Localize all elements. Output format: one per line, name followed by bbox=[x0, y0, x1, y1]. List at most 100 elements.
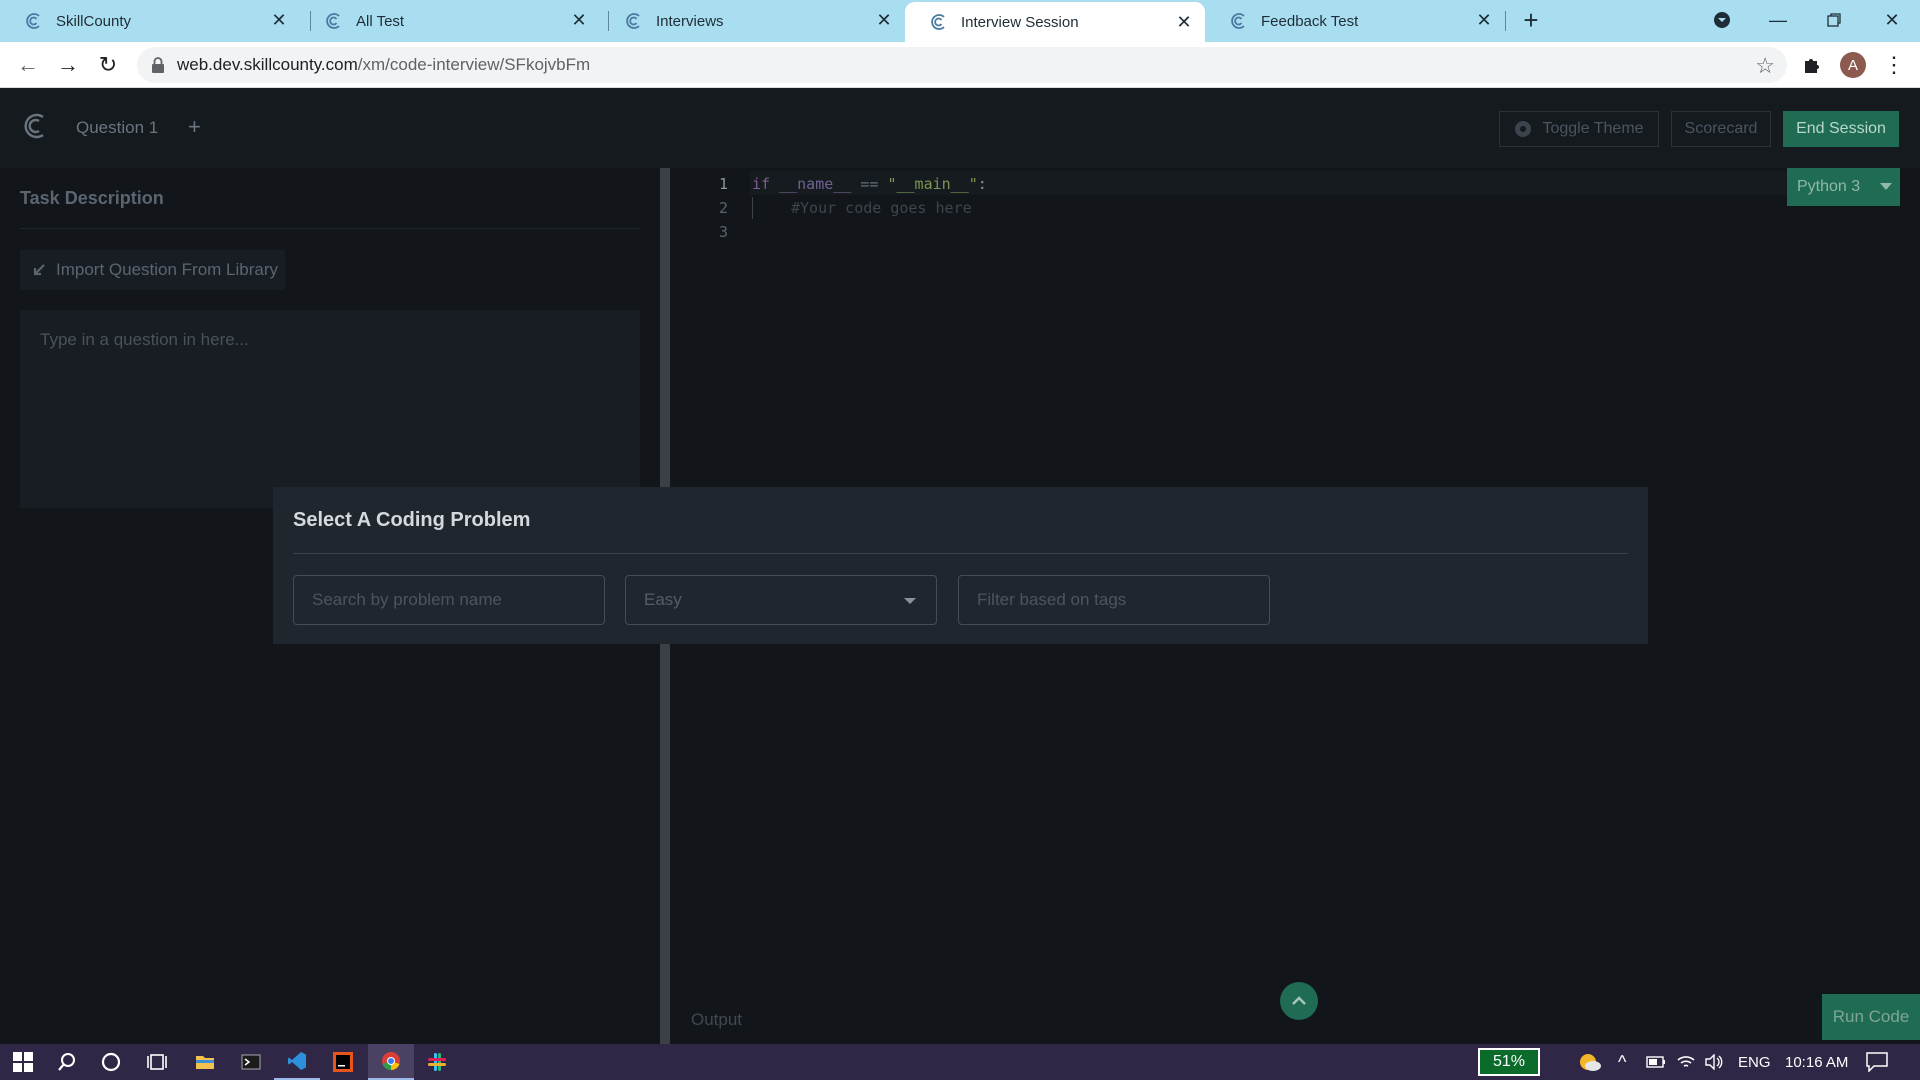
new-tab-plus-icon[interactable]: + bbox=[1503, 0, 1559, 40]
slack-icon[interactable] bbox=[414, 1044, 460, 1080]
indent-guide bbox=[752, 197, 753, 219]
expand-output-button[interactable] bbox=[1280, 982, 1318, 1020]
skillcounty-logo-icon bbox=[931, 14, 945, 30]
input-language[interactable]: ENG bbox=[1738, 1044, 1771, 1080]
lock-icon[interactable] bbox=[151, 57, 165, 73]
wifi-icon[interactable] bbox=[1676, 1044, 1696, 1080]
windows-taskbar: 51% ^ ENG 10:16 AM bbox=[0, 1044, 1920, 1080]
url-host: web.dev.skillcounty.com bbox=[177, 55, 358, 74]
app-header: Question 1 + Toggle Theme Scorecard End … bbox=[0, 88, 1920, 168]
tab-interview-session[interactable]: Interview Session ✕ bbox=[905, 2, 1205, 42]
browser-tab-strip: SkillCounty ✕ All Test ✕ Interviews ✕ In… bbox=[0, 0, 1920, 42]
skillcounty-logo-icon bbox=[626, 13, 640, 29]
close-tab-icon[interactable]: ✕ bbox=[1475, 11, 1493, 29]
weather-icon[interactable] bbox=[1578, 1044, 1602, 1080]
cortana-icon[interactable] bbox=[88, 1044, 134, 1080]
skillcounty-logo-icon bbox=[326, 13, 340, 29]
skillcounty-logo-icon bbox=[1231, 13, 1245, 29]
language-select[interactable]: Python 3 bbox=[1787, 168, 1900, 206]
toggle-theme-label: Toggle Theme bbox=[1542, 120, 1644, 137]
line-number: 2 bbox=[718, 199, 728, 217]
chevron-up-icon[interactable]: ^ bbox=[1618, 1044, 1626, 1080]
url-path: /xm/code-interview/SFkojvbFm bbox=[357, 55, 591, 74]
import-question-label: Import Question From Library bbox=[56, 260, 279, 279]
notifications-icon[interactable] bbox=[1866, 1044, 1888, 1080]
tab-interviews[interactable]: Interviews ✕ bbox=[600, 0, 905, 42]
file-explorer-icon[interactable] bbox=[182, 1044, 228, 1080]
battery-icon[interactable] bbox=[1646, 1044, 1666, 1080]
tab-title: All Test bbox=[356, 12, 405, 30]
intellij-icon[interactable] bbox=[320, 1044, 366, 1080]
close-tab-icon[interactable]: ✕ bbox=[270, 11, 288, 29]
theme-icon bbox=[1515, 121, 1532, 137]
tab-title: Interview Session bbox=[961, 13, 1079, 31]
forward-arrow-icon[interactable]: → bbox=[52, 49, 84, 81]
address-bar[interactable]: web.dev.skillcounty.com/xm/code-intervie… bbox=[137, 47, 1787, 83]
line-number: 1 bbox=[718, 175, 728, 193]
back-arrow-icon[interactable]: ← bbox=[12, 49, 44, 81]
import-arrow-icon bbox=[33, 264, 45, 276]
question-tab[interactable]: Question 1 bbox=[76, 118, 158, 138]
close-tab-icon[interactable]: ✕ bbox=[875, 11, 893, 29]
skillcounty-logo-icon bbox=[26, 13, 40, 29]
tab-all-test[interactable]: All Test ✕ bbox=[300, 0, 600, 42]
divider bbox=[293, 553, 1628, 554]
clock[interactable]: 10:16 AM bbox=[1785, 1044, 1848, 1080]
import-question-button[interactable]: Import Question From Library bbox=[20, 250, 285, 290]
close-window-icon[interactable]: ✕ bbox=[1864, 0, 1920, 40]
browser-toolbar: ← → ↻ web.dev.skillcounty.com/xm/code-in… bbox=[0, 42, 1920, 88]
code-line-1: if __name__ == "__main__": bbox=[752, 175, 987, 193]
code-comment: #Your code goes here bbox=[791, 199, 972, 217]
tab-title: SkillCounty bbox=[56, 12, 132, 30]
tags-filter-input[interactable] bbox=[958, 575, 1270, 625]
difficulty-select[interactable]: Easy bbox=[625, 575, 937, 625]
add-question-button[interactable]: + bbox=[188, 114, 201, 140]
tab-search-icon[interactable] bbox=[1694, 0, 1750, 40]
battery-indicator[interactable]: 51% bbox=[1478, 1048, 1540, 1076]
code-operator: == bbox=[851, 175, 888, 193]
close-tab-icon[interactable]: ✕ bbox=[570, 11, 588, 29]
toggle-theme-button[interactable]: Toggle Theme bbox=[1499, 111, 1659, 147]
tab-skillcounty[interactable]: SkillCounty ✕ bbox=[0, 0, 300, 42]
modal-title: Select A Coding Problem bbox=[293, 509, 531, 531]
tab-title: Feedback Test bbox=[1261, 12, 1359, 30]
tab-title: Interviews bbox=[656, 12, 724, 30]
run-code-button[interactable]: Run Code bbox=[1822, 994, 1920, 1040]
chevron-up-icon bbox=[1292, 996, 1306, 1005]
tab-feedback-test[interactable]: Feedback Test ✕ bbox=[1205, 0, 1505, 42]
code-string: "__main__" bbox=[887, 175, 978, 193]
extensions-puzzle-icon[interactable] bbox=[1796, 49, 1828, 81]
problem-search-input[interactable] bbox=[293, 575, 605, 625]
language-select-value: Python 3 bbox=[1797, 178, 1861, 195]
divider bbox=[20, 228, 640, 229]
code-colon: : bbox=[977, 175, 987, 193]
volume-icon[interactable] bbox=[1704, 1044, 1724, 1080]
bookmark-star-icon[interactable]: ☆ bbox=[1755, 53, 1775, 79]
minimize-icon[interactable]: — bbox=[1750, 0, 1806, 40]
difficulty-select-value: Easy bbox=[644, 590, 682, 609]
chrome-icon[interactable] bbox=[368, 1044, 414, 1080]
terminal-icon[interactable] bbox=[228, 1044, 274, 1080]
select-problem-modal: Select A Coding Problem Easy bbox=[273, 487, 1648, 644]
profile-avatar[interactable]: A bbox=[1840, 52, 1866, 78]
skillcounty-logo-icon[interactable] bbox=[20, 110, 50, 142]
task-view-icon[interactable] bbox=[134, 1044, 180, 1080]
line-number: 3 bbox=[718, 223, 728, 241]
code-keyword: if bbox=[752, 175, 771, 193]
reload-icon[interactable]: ↻ bbox=[92, 49, 124, 81]
code-identifier: __name__ bbox=[779, 175, 852, 193]
vscode-icon[interactable] bbox=[274, 1044, 320, 1080]
url-text: web.dev.skillcounty.com/xm/code-intervie… bbox=[177, 55, 590, 75]
windows-start-icon[interactable] bbox=[0, 1044, 46, 1080]
search-icon[interactable] bbox=[44, 1044, 90, 1080]
chrome-menu-icon[interactable]: ⋮ bbox=[1878, 49, 1910, 81]
output-label: Output bbox=[691, 1010, 743, 1029]
question-input[interactable]: Type in a question in here... bbox=[20, 310, 640, 508]
scorecard-button[interactable]: Scorecard bbox=[1671, 111, 1771, 147]
close-tab-icon[interactable]: ✕ bbox=[1175, 13, 1193, 31]
end-session-button[interactable]: End Session bbox=[1783, 111, 1899, 147]
chevron-down-icon bbox=[1880, 183, 1892, 190]
task-description-heading: Task Description bbox=[20, 188, 164, 208]
restore-icon[interactable] bbox=[1806, 0, 1862, 40]
